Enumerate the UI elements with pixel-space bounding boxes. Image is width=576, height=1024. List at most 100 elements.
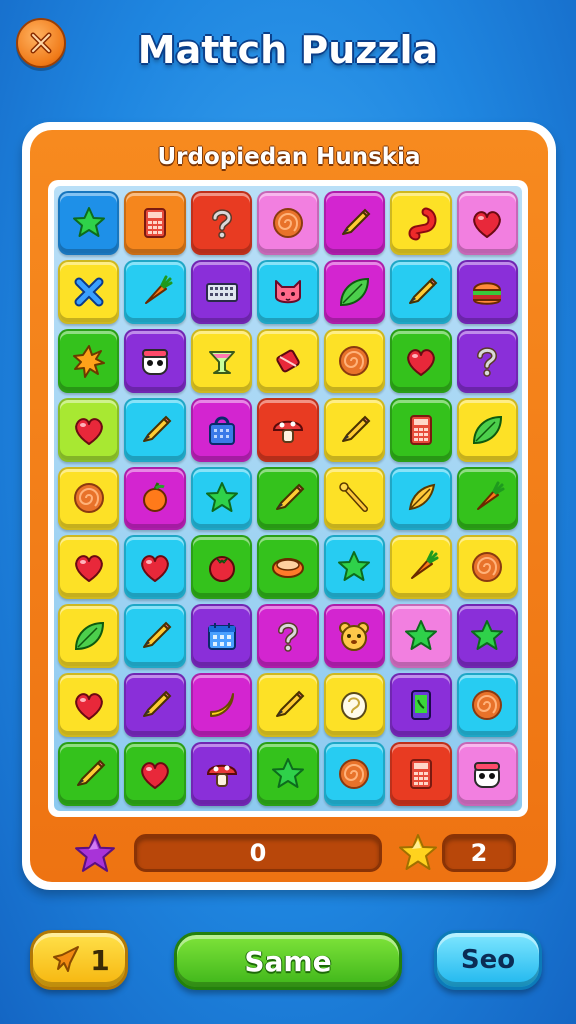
- game-panel-inner: Urdopiedan Hunskia 0 2: [30, 130, 548, 882]
- wand-icon: [339, 482, 369, 513]
- board-tile[interactable]: [456, 604, 518, 669]
- board-tile[interactable]: [456, 466, 518, 531]
- cat-icon: [274, 279, 301, 304]
- board-tile[interactable]: [257, 466, 319, 531]
- board-tile[interactable]: [456, 259, 518, 324]
- egg-icon: [341, 692, 368, 721]
- feather-icon: [408, 484, 436, 511]
- board-tile[interactable]: [257, 191, 319, 255]
- keyboard-icon: [205, 282, 238, 302]
- board-tile[interactable]: [190, 604, 253, 669]
- board-tile[interactable]: [323, 673, 386, 738]
- board-tile[interactable]: [58, 466, 120, 531]
- board-tile[interactable]: [58, 535, 120, 600]
- heart-icon: [74, 555, 103, 583]
- board-tile[interactable]: [58, 259, 120, 324]
- same-button[interactable]: Same: [174, 932, 402, 990]
- heart-icon: [407, 348, 435, 376]
- board-tile[interactable]: [58, 328, 120, 393]
- board-tile[interactable]: [257, 328, 319, 393]
- board-tile[interactable]: [58, 604, 120, 669]
- board-tile[interactable]: [124, 259, 186, 324]
- board-tile[interactable]: [124, 673, 186, 738]
- board-tile[interactable]: [124, 397, 186, 462]
- board-tile[interactable]: [390, 191, 452, 255]
- boost-button[interactable]: 1: [30, 930, 128, 990]
- board-tile[interactable]: [323, 191, 386, 255]
- carrot-icon: [410, 550, 439, 580]
- star-icon: [72, 206, 105, 237]
- swirl-icon: [73, 483, 104, 514]
- pencil-icon: [143, 690, 172, 718]
- board-tile[interactable]: [456, 191, 518, 255]
- pencil-icon: [76, 759, 106, 787]
- board-tile[interactable]: [323, 397, 386, 462]
- face-icon: [142, 348, 169, 375]
- board-tile[interactable]: [190, 673, 253, 738]
- board-tile[interactable]: [58, 742, 120, 806]
- board-tile[interactable]: [323, 742, 386, 806]
- board-tile[interactable]: [124, 328, 186, 393]
- swirl-icon: [272, 207, 303, 238]
- board-tile[interactable]: [390, 742, 452, 806]
- bag-icon: [208, 416, 235, 445]
- board-tile[interactable]: [124, 604, 186, 669]
- board-tile[interactable]: [190, 742, 253, 806]
- board-tile[interactable]: [390, 328, 452, 393]
- board-tile[interactable]: [190, 328, 253, 393]
- pencil-icon: [342, 415, 371, 442]
- board-tile[interactable]: [257, 397, 319, 462]
- cross-icon: [74, 277, 104, 307]
- mushroom-icon: [206, 764, 237, 788]
- board-tile[interactable]: [124, 742, 186, 806]
- question-icon: [211, 209, 232, 239]
- board-tile[interactable]: [456, 673, 518, 738]
- board-tile[interactable]: [323, 466, 386, 531]
- swirl-icon: [339, 759, 370, 790]
- calculator-icon: [144, 207, 167, 238]
- board-tile[interactable]: [390, 673, 452, 738]
- game-panel: Urdopiedan Hunskia 0 2: [22, 122, 556, 890]
- boost-count: 1: [90, 943, 110, 977]
- board-tile[interactable]: [456, 535, 518, 600]
- board-tile[interactable]: [257, 259, 319, 324]
- burst-icon: [72, 344, 105, 378]
- page-title: Mattch Puzzla: [137, 28, 439, 72]
- board-tile[interactable]: [323, 535, 386, 600]
- board-tile[interactable]: [58, 397, 120, 462]
- calendar-icon: [207, 623, 236, 651]
- board-tile[interactable]: [257, 673, 319, 738]
- carrot-icon: [145, 275, 173, 304]
- board-tile[interactable]: [124, 535, 186, 600]
- board-tile[interactable]: [390, 535, 452, 600]
- board-tile[interactable]: [456, 328, 518, 393]
- board-tile[interactable]: [124, 191, 186, 255]
- board-tile[interactable]: [323, 328, 386, 393]
- board-tile[interactable]: [390, 259, 452, 324]
- board-tile[interactable]: [257, 742, 319, 806]
- board-tile[interactable]: [257, 604, 319, 669]
- board-tile[interactable]: [190, 191, 253, 255]
- board-tile[interactable]: [58, 673, 120, 738]
- level-subtitle: Urdopiedan Hunskia: [157, 144, 421, 170]
- board-tile[interactable]: [390, 466, 452, 531]
- board-tile[interactable]: [58, 191, 120, 255]
- calculator-icon: [409, 759, 432, 790]
- board-tile[interactable]: [456, 397, 518, 462]
- rocket-icon: [53, 946, 80, 972]
- candy-icon: [276, 349, 300, 373]
- board-tile[interactable]: [257, 535, 319, 600]
- board-tile[interactable]: [390, 604, 452, 669]
- see-button[interactable]: Seo: [434, 930, 542, 990]
- board-tile[interactable]: [190, 535, 253, 600]
- board-tile[interactable]: [124, 466, 186, 531]
- pencil-icon: [342, 208, 371, 235]
- board-tile[interactable]: [190, 259, 253, 324]
- board-tile[interactable]: [323, 259, 386, 324]
- moves-counter: 2: [442, 834, 516, 872]
- board-tile[interactable]: [456, 742, 518, 806]
- board-tile[interactable]: [190, 397, 253, 462]
- board-tile[interactable]: [190, 466, 253, 531]
- board-tile[interactable]: [390, 397, 452, 462]
- board-tile[interactable]: [323, 604, 386, 669]
